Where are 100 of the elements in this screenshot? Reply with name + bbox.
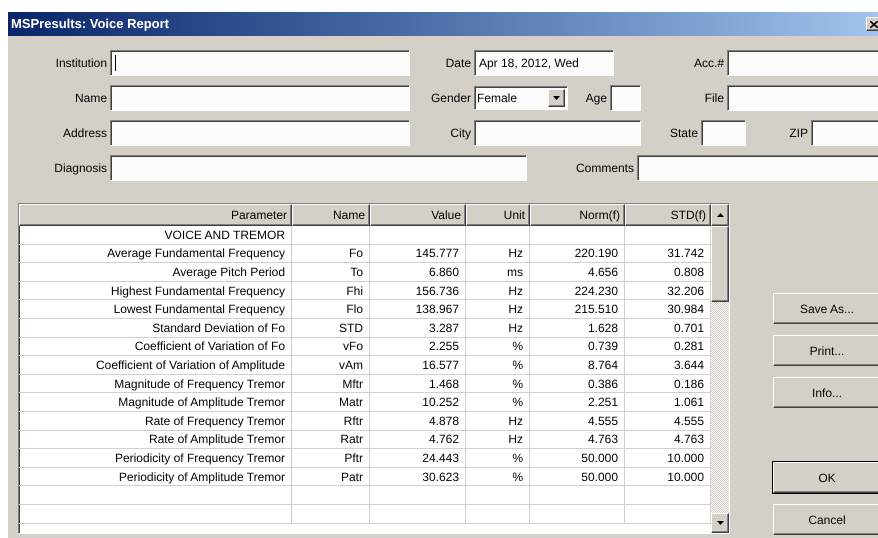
table-cell-text: 1.628: [588, 320, 618, 337]
table-cell-text: Rftr: [344, 412, 363, 430]
table-cell-text: STD: [339, 320, 363, 337]
table-cell-text: 0.386: [588, 376, 618, 393]
table-cell-text: Average Fundamental Frequency: [107, 245, 285, 262]
gender-select[interactable]: Female: [474, 86, 568, 110]
table-cell-text: Hz: [508, 301, 523, 318]
table-cell-text: 4.656: [588, 264, 618, 281]
table-cell-text: 31.742: [667, 245, 704, 262]
table-cell-text: Coefficient of Variation of Fo: [134, 338, 285, 356]
table-cell-text: %: [512, 356, 523, 374]
table-cell-text: 0.739: [588, 338, 618, 356]
column-header[interactable]: Norm(f): [530, 204, 625, 226]
table-cell-text: 24.443: [422, 450, 459, 467]
dialog-button[interactable]: Save As...: [773, 293, 878, 324]
table-cell-text: 4.555: [588, 412, 618, 430]
field-label: Gender: [430, 90, 472, 107]
table-cell-text: 3.644: [674, 356, 704, 374]
table-cell-text: 16.577: [422, 356, 459, 374]
table-cell-text: %: [512, 394, 523, 412]
table-cell-text: vAm: [339, 356, 363, 374]
table-cell-text: 8.764: [588, 356, 618, 374]
field-label: Comments: [574, 160, 635, 177]
table-cell-text: 6.860: [428, 264, 459, 281]
table-cell-text: Hz: [508, 412, 523, 430]
dialog-button[interactable]: Cancel: [773, 504, 878, 535]
table-cell-text: 138.967: [416, 301, 459, 318]
table-cell-text: Fo: [348, 245, 363, 262]
table-cell-text: %: [512, 468, 523, 486]
table-cell-text: 2.255: [428, 338, 459, 356]
table-cell-text: Highest Fundamental Frequency: [110, 282, 285, 300]
column-header[interactable]: Parameter: [19, 204, 292, 226]
input-field[interactable]: Apr 18, 2012, Wed: [474, 50, 614, 76]
dialog-button[interactable]: Info...: [773, 377, 878, 408]
table-cell-text: 30.984: [667, 301, 704, 318]
table-cell-text: Average Pitch Period: [172, 264, 285, 281]
field-label: Date: [444, 55, 472, 72]
table-cell-text: 0.701: [674, 320, 704, 337]
table-cell-text: 215.510: [574, 301, 618, 318]
column-header[interactable]: STD(f): [625, 204, 711, 226]
field-label: Age: [584, 90, 608, 107]
table-cell-text: 224.230: [574, 282, 618, 300]
table-cell-text: 4.763: [588, 431, 618, 448]
table-cell-text: Standard Deviation of Fo: [152, 320, 285, 337]
table-cell-text: 0.186: [674, 376, 704, 393]
field-label: Address: [62, 125, 108, 142]
field-label: State: [668, 125, 699, 142]
table-cell-text: Magnitude of Frequency Tremor: [114, 376, 285, 393]
table-cell-text: Hz: [508, 320, 523, 337]
table-cell-text: Periodicity of Amplitude Tremor: [118, 468, 285, 486]
field-label: Acc.#: [692, 55, 725, 72]
table-cell-text: 4.878: [428, 412, 459, 430]
table-cell-text: Fhi: [346, 282, 363, 300]
dialog-button[interactable]: OK: [773, 462, 878, 493]
table-cell-text: 4.763: [674, 431, 704, 448]
table-cell-text: 156.736: [416, 282, 459, 300]
table-cell-text: Matr: [339, 394, 363, 412]
table-cell-text: Rate of Amplitude Tremor: [148, 431, 285, 448]
table-cell-text: Coefficient of Variation of Amplitude: [96, 356, 285, 374]
field-label: Institution: [54, 55, 108, 72]
column-header[interactable]: Value: [370, 204, 466, 226]
table-cell-text: Patr: [340, 468, 363, 486]
table-cell-text: 1.061: [674, 394, 704, 412]
window-title: MSPresults: Voice Report: [11, 15, 169, 34]
table-cell-text: Pftr: [344, 450, 363, 467]
table-cell-text: Magnitude of Amplitude Tremor: [118, 394, 285, 412]
table-cell-text: 50.000: [581, 450, 618, 467]
table-cell-text: Ratr: [340, 431, 363, 448]
dialog-button[interactable]: Print...: [773, 335, 878, 366]
table-cell-text: Hz: [508, 282, 523, 300]
table-cell-text: 32.206: [667, 282, 704, 300]
table-cell-text: 1.468: [428, 376, 459, 393]
table-cell-text: VOICE AND TREMOR: [164, 226, 285, 244]
table-cell-text: vFo: [342, 338, 363, 356]
table-cell-text: 10.000: [667, 468, 704, 486]
table-cell-text: 0.808: [674, 264, 704, 281]
table-cell-text: Periodicity of Frequency Tremor: [114, 450, 285, 467]
field-label: File: [704, 90, 725, 107]
field-label: City: [449, 125, 472, 142]
table-cell-text: Lowest Fundamental Frequency: [114, 301, 285, 318]
table-cell-text: Mftr: [342, 376, 363, 393]
field-label: ZIP: [788, 125, 809, 142]
table-cell-text: 4.762: [428, 431, 459, 448]
column-header[interactable]: Name: [292, 204, 370, 226]
table-cell-text: 220.190: [574, 245, 618, 262]
table-cell-text: 0.281: [674, 338, 704, 356]
table-cell-text: %: [512, 376, 523, 393]
table-cell-text: ms: [507, 264, 523, 281]
table-cell-text: To: [350, 264, 363, 281]
table-cell-text: 145.777: [416, 245, 459, 262]
column-header[interactable]: Unit: [466, 204, 530, 226]
table-cell-text: 2.251: [588, 394, 618, 412]
table-cell-text: Hz: [508, 245, 523, 262]
table-cell-text: 10.000: [667, 450, 704, 467]
table-cell-text: 3.287: [428, 320, 459, 337]
table-cell-text: 4.555: [674, 412, 704, 430]
field-label: Name: [74, 90, 108, 107]
field-label: Diagnosis: [53, 160, 108, 177]
table-cell-text: %: [512, 338, 523, 356]
table-cell-text: 50.000: [581, 468, 618, 486]
